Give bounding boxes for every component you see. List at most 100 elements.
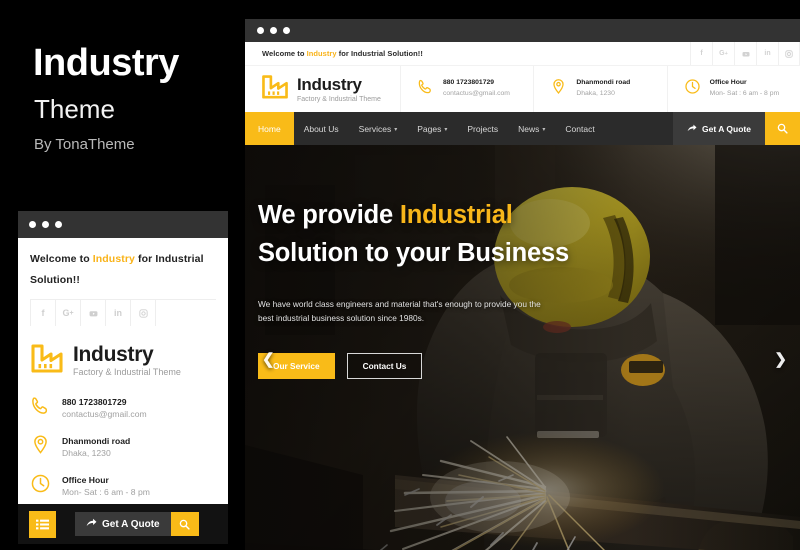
office-hour-label: Office Hour (709, 79, 747, 87)
topbar-welcome-post: for Industrial Solution!! (336, 49, 423, 58)
hero-paragraph: We have world class engineers and materi… (258, 299, 541, 324)
brand-name: Industry (73, 343, 154, 366)
mobile-search-button[interactable] (170, 512, 199, 536)
mobile-welcome-highlight: Industry (92, 253, 135, 265)
window-dot-close[interactable] (257, 27, 264, 34)
nav-label-about-us: About Us (303, 123, 339, 134)
share-arrow-icon (86, 517, 97, 531)
contact-us-button[interactable]: Contact Us (346, 352, 423, 379)
header-info-hours[interactable]: Office Hour Mon- Sat : 6 am - 8 pm (666, 66, 800, 112)
promo-title: Industry (33, 42, 179, 84)
mobile-footer-bar: Get A Quote (18, 504, 228, 544)
address-line1: Dhanmondi road (62, 435, 131, 446)
header-info-address[interactable]: Dhanmondi road Dhaka, 1230 (533, 66, 666, 112)
mobile-info-phone[interactable]: 880 1723801729 contactus@gmail.com (30, 395, 216, 421)
topbar-welcome-pre: Welcome to (262, 49, 307, 58)
chevron-down-icon: ▾ (444, 127, 448, 133)
brand-tagline: Factory & Industrial Theme (297, 95, 381, 103)
desktop-preview-card: Welcome to Industry for Industrial Solut… (245, 19, 800, 550)
window-dot-close[interactable] (29, 221, 36, 228)
linkedin-icon[interactable]: in (756, 42, 778, 65)
nav-item-about-us[interactable]: About Us (294, 112, 349, 145)
window-dot-minimize[interactable] (42, 221, 49, 228)
promo-author: By TonaTheme (34, 136, 135, 153)
mobile-get-a-quote-button[interactable]: Get A Quote (75, 512, 171, 536)
instagram-icon[interactable] (778, 42, 800, 65)
address-line2: Dhaka, 1230 (576, 90, 615, 97)
desktop-brand-text: Industry Factory & Industrial Theme (297, 76, 381, 103)
desktop-titlebar (245, 19, 800, 42)
facebook-icon[interactable]: f (690, 42, 712, 65)
get-a-quote-button[interactable]: Get A Quote (673, 112, 765, 145)
mobile-welcome-post: for Industrial (135, 253, 204, 265)
clock-icon (684, 78, 701, 100)
email-address: contactus@gmail.com (62, 409, 147, 419)
nav-label-pages: Pages (417, 123, 442, 134)
mobile-info-hours[interactable]: Office Hour Mon- Sat : 6 am - 8 pm (30, 473, 216, 499)
desktop-brand[interactable]: Industry Factory & Industrial Theme (245, 66, 400, 112)
header-info-phone-text: 880 1723801729 contactus@gmail.com (443, 78, 510, 100)
nav-item-contact[interactable]: Contact (555, 112, 604, 145)
mobile-info-hours-text: Office Hour Mon- Sat : 6 am - 8 pm (62, 474, 150, 499)
topbar-social-bar: f G + in (690, 42, 800, 65)
google-plus-icon[interactable]: G + (55, 300, 81, 326)
mobile-social-bar: f G + in (30, 299, 216, 326)
promo-subtitle: Theme (34, 94, 115, 124)
header-info-phone[interactable]: 880 1723801729 contactus@gmail.com (400, 66, 533, 112)
nav-label-contact: Contact (565, 123, 595, 134)
email-address: contactus@gmail.com (443, 90, 510, 97)
slider-prev-arrow[interactable]: ❮ (262, 350, 275, 368)
site-topbar: Welcome to Industry for Industrial Solut… (245, 42, 800, 65)
topbar-welcome-highlight: Industry (306, 49, 337, 58)
mobile-info-list: 880 1723801729 contactus@gmail.com Dhanm… (30, 395, 216, 499)
nav-item-services[interactable]: Services ▾ (349, 112, 408, 145)
nav-label-home: Home (258, 123, 281, 134)
office-hour-label: Office Hour (62, 474, 109, 485)
chevron-down-icon: ▾ (542, 127, 546, 133)
header-info-address-text: Dhanmondi road Dhaka, 1230 (576, 78, 630, 100)
mobile-preview-card: Welcome to Industry for Industrial Solut… (18, 211, 228, 544)
window-dot-maximize[interactable] (55, 221, 62, 228)
mobile-body: Welcome to Industry for Industrial Solut… (18, 238, 228, 499)
nav-item-pages[interactable]: Pages ▾ (407, 112, 457, 145)
nav-label-news: News (518, 123, 540, 134)
mobile-welcome-text: Welcome to Industry for Industrial Solut… (30, 238, 216, 291)
slider-next-arrow[interactable]: ❯ (774, 350, 787, 368)
facebook-icon[interactable]: f (30, 300, 56, 326)
map-pin-icon (30, 434, 51, 460)
factory-icon (261, 74, 289, 104)
screenshot-stage: Industry Theme By TonaTheme Welcome to I… (0, 0, 800, 550)
nav-item-news[interactable]: News ▾ (508, 112, 555, 145)
address-line1: Dhanmondi road (576, 79, 631, 87)
mobile-welcome-pre: Welcome to (30, 253, 93, 265)
window-dot-minimize[interactable] (270, 27, 277, 34)
hero-heading-highlight: Industrial (399, 201, 513, 229)
mobile-info-address[interactable]: Dhanmondi road Dhaka, 1230 (30, 434, 216, 460)
hero-content: We provide Industrial Solution to your B… (258, 197, 588, 379)
topbar-welcome-text: Welcome to Industry for Industrial Solut… (262, 49, 423, 58)
phone-icon (30, 395, 51, 421)
mobile-info-phone-text: 880 1723801729 contactus@gmail.com (62, 396, 147, 421)
youtube-icon[interactable] (734, 42, 756, 65)
phone-icon (417, 78, 434, 100)
nav-item-projects[interactable]: Projects (457, 112, 508, 145)
brand-tagline: Factory & Industrial Theme (73, 367, 181, 377)
factory-icon (30, 343, 64, 378)
nav-label-projects: Projects (467, 123, 499, 134)
hamburger-list-icon[interactable] (29, 510, 56, 538)
phone-number: 880 1723801729 (62, 396, 127, 407)
instagram-icon[interactable] (130, 300, 156, 326)
mobile-brand[interactable]: Industry Factory & Industrial Theme (30, 343, 216, 380)
nav-label-services: Services (358, 123, 392, 134)
window-dot-maximize[interactable] (283, 27, 290, 34)
youtube-icon[interactable] (80, 300, 106, 326)
search-button[interactable] (765, 112, 800, 145)
chevron-down-icon: ▾ (394, 127, 398, 133)
main-navigation: Home About Us Services ▾ Pages ▾ Project… (245, 112, 800, 145)
google-plus-icon[interactable]: G + (712, 42, 734, 65)
hero-heading-pre: We provide (258, 201, 400, 229)
nav-item-home[interactable]: Home (245, 112, 294, 145)
share-arrow-icon (687, 123, 697, 135)
linkedin-icon[interactable]: in (105, 300, 131, 326)
mobile-welcome-line2: Solution!! (30, 274, 80, 286)
